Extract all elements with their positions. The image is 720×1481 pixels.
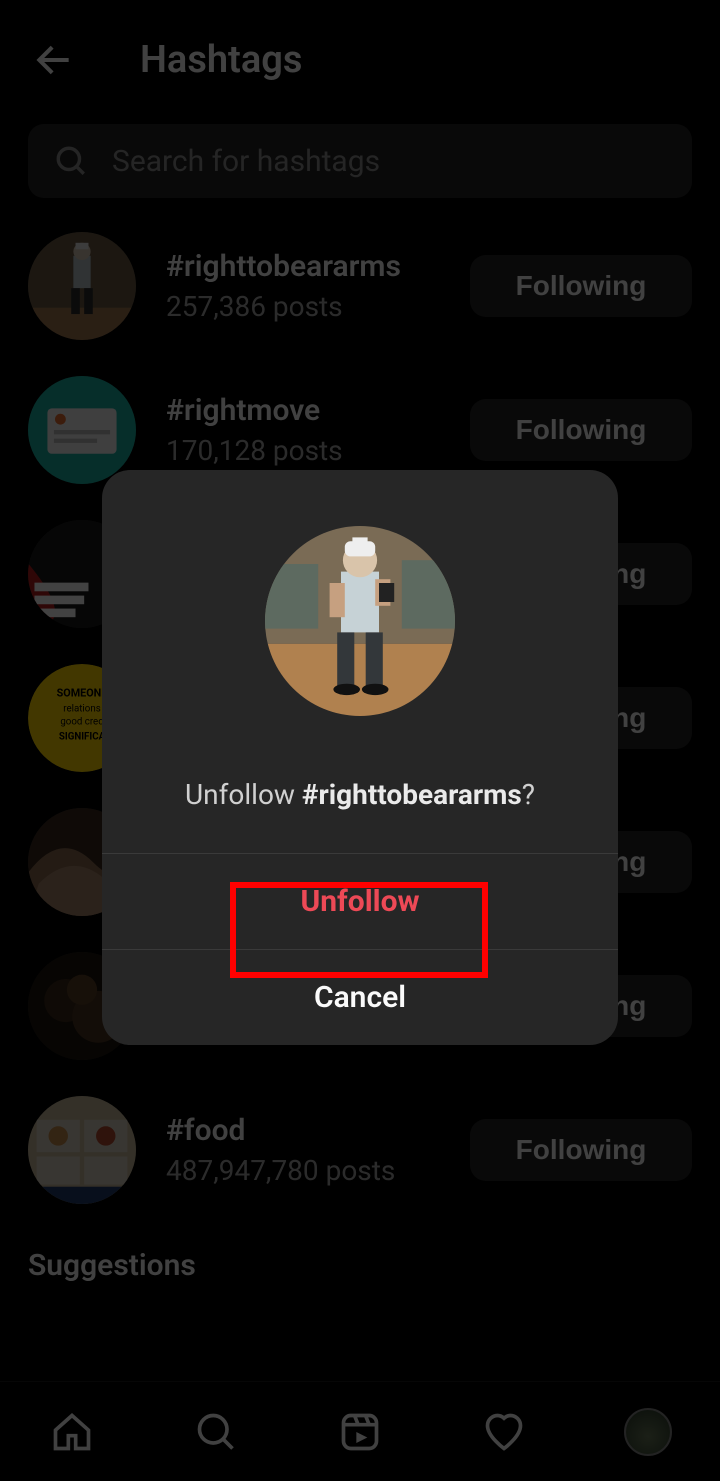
dialog-prefix: Unfollow: [185, 778, 302, 811]
unfollow-dialog: Unfollow #righttobeararms? Unfollow Canc…: [102, 470, 618, 1045]
dialog-message: Unfollow #righttobeararms?: [185, 778, 535, 811]
dialog-body: Unfollow #righttobeararms?: [102, 470, 618, 853]
unfollow-button[interactable]: Unfollow: [102, 853, 618, 949]
dialog-tag: #righttobeararms: [302, 778, 522, 811]
dialog-suffix: ?: [522, 778, 535, 811]
cancel-button[interactable]: Cancel: [102, 949, 618, 1045]
dialog-hashtag-avatar: [265, 526, 455, 716]
hashtags-following-screen: Hashtags Search for hashtags #righttobea…: [0, 0, 720, 1481]
